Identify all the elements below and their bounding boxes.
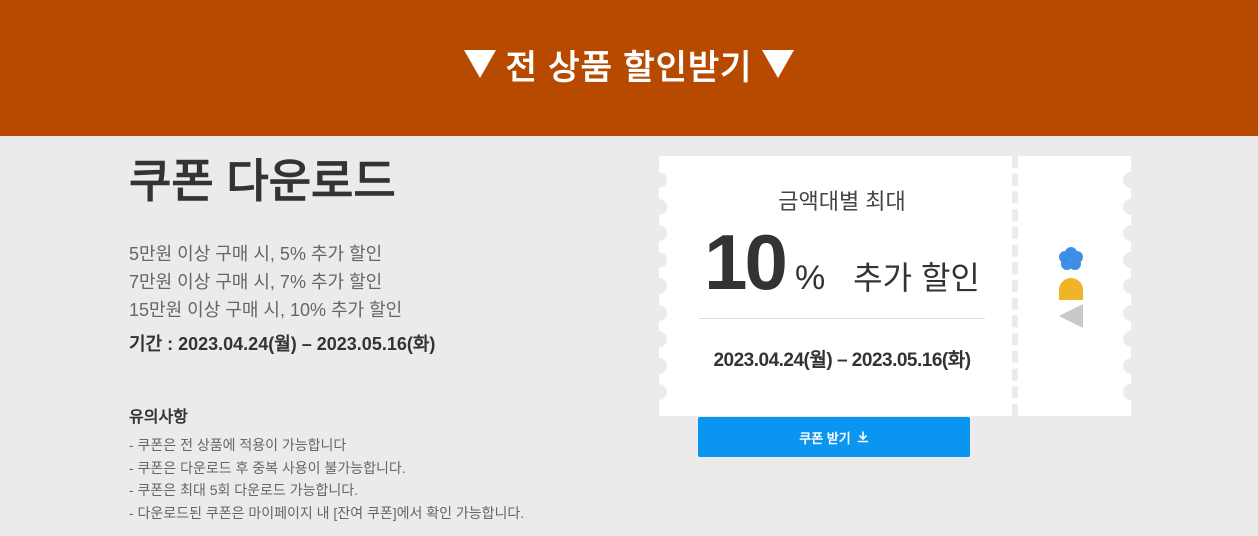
condition-item: 5만원 이상 구매 시, 5% 추가 할인 — [129, 244, 383, 264]
triangle-down-icon — [463, 50, 496, 78]
ticket-perforation — [1012, 156, 1018, 416]
ticket-main: 금액대별 최대 10 % 추가 할인 2023.04.24(월) – 2023.… — [699, 156, 985, 372]
brand-logo-icon — [1059, 247, 1083, 328]
coupon-ticket: 금액대별 최대 10 % 추가 할인 2023.04.24(월) – 2023.… — [651, 156, 1139, 416]
download-button-label: 쿠폰 받기 — [799, 430, 851, 446]
ticket-subtitle: 금액대별 최대 — [778, 189, 906, 214]
banner-title-row: 전 상품 할인받기 — [463, 40, 795, 89]
discount-value: 10 — [704, 218, 788, 306]
extra-discount-label: 추가 할인 — [853, 260, 980, 296]
notice-item: - 쿠폰은 다운로드 후 중복 사용이 불가능합니다. — [129, 459, 406, 476]
condition-item: 15만원 이상 구매 시, 10% 추가 할인 — [129, 300, 403, 320]
coupon-info: 쿠폰 다운로드 5만원 이상 구매 시, 5% 추가 할인 7만원 이상 구매 … — [129, 152, 609, 356]
notice-item: - 다운로드된 쿠폰은 마이페이지 내 [잔여 쿠폰]에서 확인 가능합니다. — [129, 505, 525, 522]
promo-banner: 전 상품 할인받기 — [0, 0, 1258, 136]
triangle-down-icon — [762, 50, 795, 78]
notice-list: - 쿠폰은 전 상품에 적용이 가능합니다 - 쿠폰은 다운로드 후 중복 사용… — [129, 434, 524, 525]
ticket-period: 2023.04.24(월) – 2023.05.16(화) — [713, 350, 971, 371]
coupon-download-button[interactable]: 쿠폰 받기 — [698, 417, 970, 457]
banner-title: 전 상품 할인받기 — [505, 48, 753, 87]
coupon-conditions: 5만원 이상 구매 시, 5% 추가 할인 7만원 이상 구매 시, 7% 추가… — [129, 240, 609, 324]
condition-item: 7만원 이상 구매 시, 7% 추가 할인 — [129, 272, 383, 292]
notice-item: - 쿠폰은 최대 5회 다운로드 가능합니다. — [129, 482, 358, 499]
notice-item: - 쿠폰은 전 상품에 적용이 가능합니다 — [129, 437, 347, 453]
coupon-period: 기간 : 2023.04.24(월) – 2023.05.16(화) — [129, 334, 436, 354]
notice-title: 유의사항 — [129, 409, 188, 426]
ticket-divider — [699, 318, 985, 319]
percent-sign: % — [794, 259, 826, 297]
download-icon — [857, 431, 869, 443]
ticket-discount: 10 % 추가 할인 — [699, 220, 985, 304]
coupon-heading: 쿠폰 다운로드 — [129, 155, 396, 207]
ticket-notches-right — [1123, 172, 1139, 400]
ticket-notches-left — [651, 172, 667, 400]
